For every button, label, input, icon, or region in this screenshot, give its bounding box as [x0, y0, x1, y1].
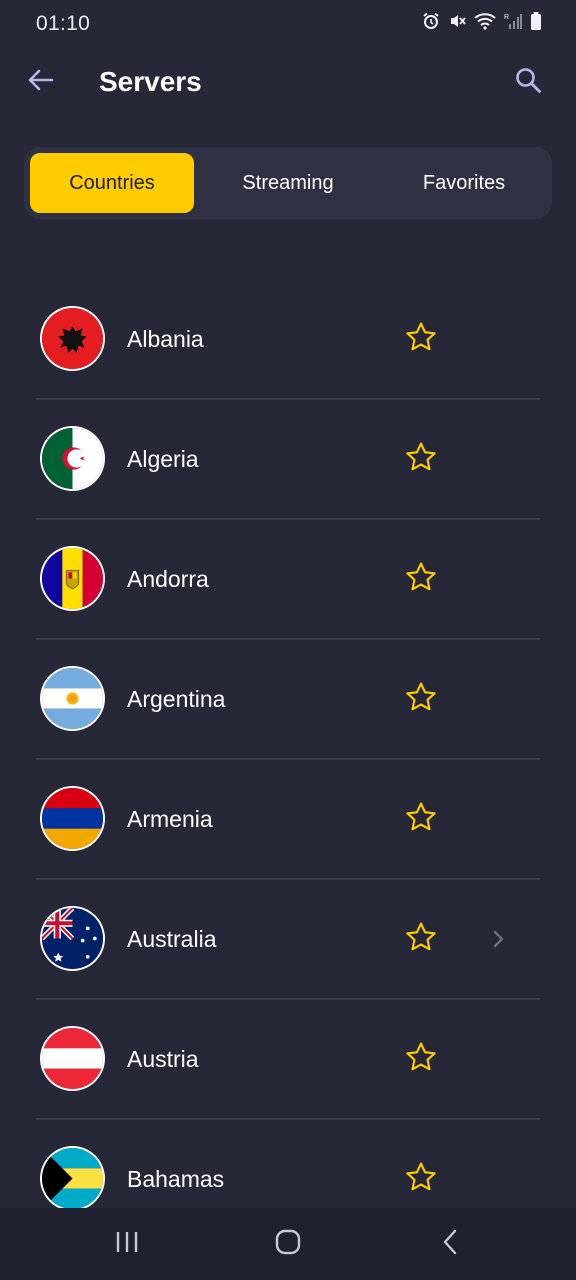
- star-outline-icon: [404, 440, 438, 479]
- star-outline-icon: [404, 320, 438, 359]
- favorite-button[interactable]: [402, 440, 440, 478]
- star-outline-icon: [404, 920, 438, 959]
- tab-countries[interactable]: Countries: [30, 153, 194, 213]
- argentina-flag-icon: [42, 668, 103, 729]
- favorite-button[interactable]: [402, 320, 440, 358]
- search-icon: [514, 66, 542, 99]
- country-name: Algeria: [127, 446, 199, 472]
- country-row-armenia[interactable]: Armenia: [0, 760, 576, 880]
- country-name: Bahamas: [127, 1166, 225, 1192]
- country-name: Armenia: [127, 806, 213, 832]
- page-title: Servers: [99, 66, 202, 97]
- recents-icon: [114, 1230, 140, 1259]
- back-button[interactable]: [20, 62, 60, 102]
- favorite-button[interactable]: [402, 920, 440, 958]
- country-row-algeria[interactable]: Algeria: [0, 400, 576, 520]
- recents-button[interactable]: [103, 1222, 151, 1266]
- country-row-argentina[interactable]: Argentina: [0, 640, 576, 760]
- country-name: Australia: [127, 926, 217, 952]
- australia-flag-icon: [42, 908, 103, 969]
- screen: 01:10 R Servers Countries Streaming Favo…: [0, 0, 576, 1280]
- star-outline-icon: [404, 1160, 438, 1199]
- favorite-button[interactable]: [402, 1160, 440, 1198]
- system-nav-bar: [0, 1208, 576, 1280]
- vibrate-off-icon: [448, 12, 466, 30]
- favorite-button[interactable]: [402, 1040, 440, 1078]
- albania-flag-icon: [42, 308, 103, 369]
- country-row-austria[interactable]: Austria: [0, 1000, 576, 1120]
- country-name: Argentina: [127, 686, 226, 712]
- star-outline-icon: [404, 560, 438, 599]
- wifi-icon: [474, 12, 496, 30]
- system-back-button[interactable]: [426, 1222, 474, 1266]
- svg-text:R: R: [504, 14, 509, 21]
- tab-favorites[interactable]: Favorites: [376, 153, 552, 213]
- home-button[interactable]: [264, 1222, 312, 1266]
- tab-streaming[interactable]: Streaming: [200, 153, 376, 213]
- country-name: Andorra: [127, 566, 209, 592]
- favorite-button[interactable]: [402, 560, 440, 598]
- andorra-flag-icon: [42, 548, 103, 609]
- algeria-flag-icon: [42, 428, 103, 489]
- chevron-right-icon[interactable]: [488, 928, 508, 950]
- status-bar: 01:10 R: [0, 0, 576, 46]
- country-row-andorra[interactable]: Andorra: [0, 520, 576, 640]
- search-button[interactable]: [508, 62, 548, 102]
- status-time: 01:10: [36, 12, 91, 35]
- app-bar: Servers: [0, 52, 576, 112]
- signal-icon: R: [504, 12, 522, 30]
- country-name: Albania: [127, 326, 204, 352]
- country-row-albania[interactable]: Albania: [0, 280, 576, 400]
- battery-icon: [530, 12, 542, 30]
- armenia-flag-icon: [42, 788, 103, 849]
- favorite-button[interactable]: [402, 800, 440, 838]
- star-outline-icon: [404, 1040, 438, 1079]
- alarm-icon: [422, 12, 440, 30]
- country-row-australia[interactable]: Australia: [0, 880, 576, 1000]
- star-outline-icon: [404, 800, 438, 839]
- arrow-left-icon: [26, 68, 54, 97]
- home-icon: [275, 1229, 301, 1260]
- back-icon: [441, 1229, 459, 1260]
- tab-bar: Countries Streaming Favorites: [24, 147, 552, 219]
- favorite-button[interactable]: [402, 680, 440, 718]
- austria-flag-icon: [42, 1028, 103, 1089]
- country-name: Austria: [127, 1046, 199, 1072]
- status-icons: R: [422, 12, 542, 30]
- star-outline-icon: [404, 680, 438, 719]
- country-list: Albania Algeria Andorra Argentina Armeni…: [0, 280, 576, 1240]
- bahamas-flag-icon: [42, 1148, 103, 1209]
